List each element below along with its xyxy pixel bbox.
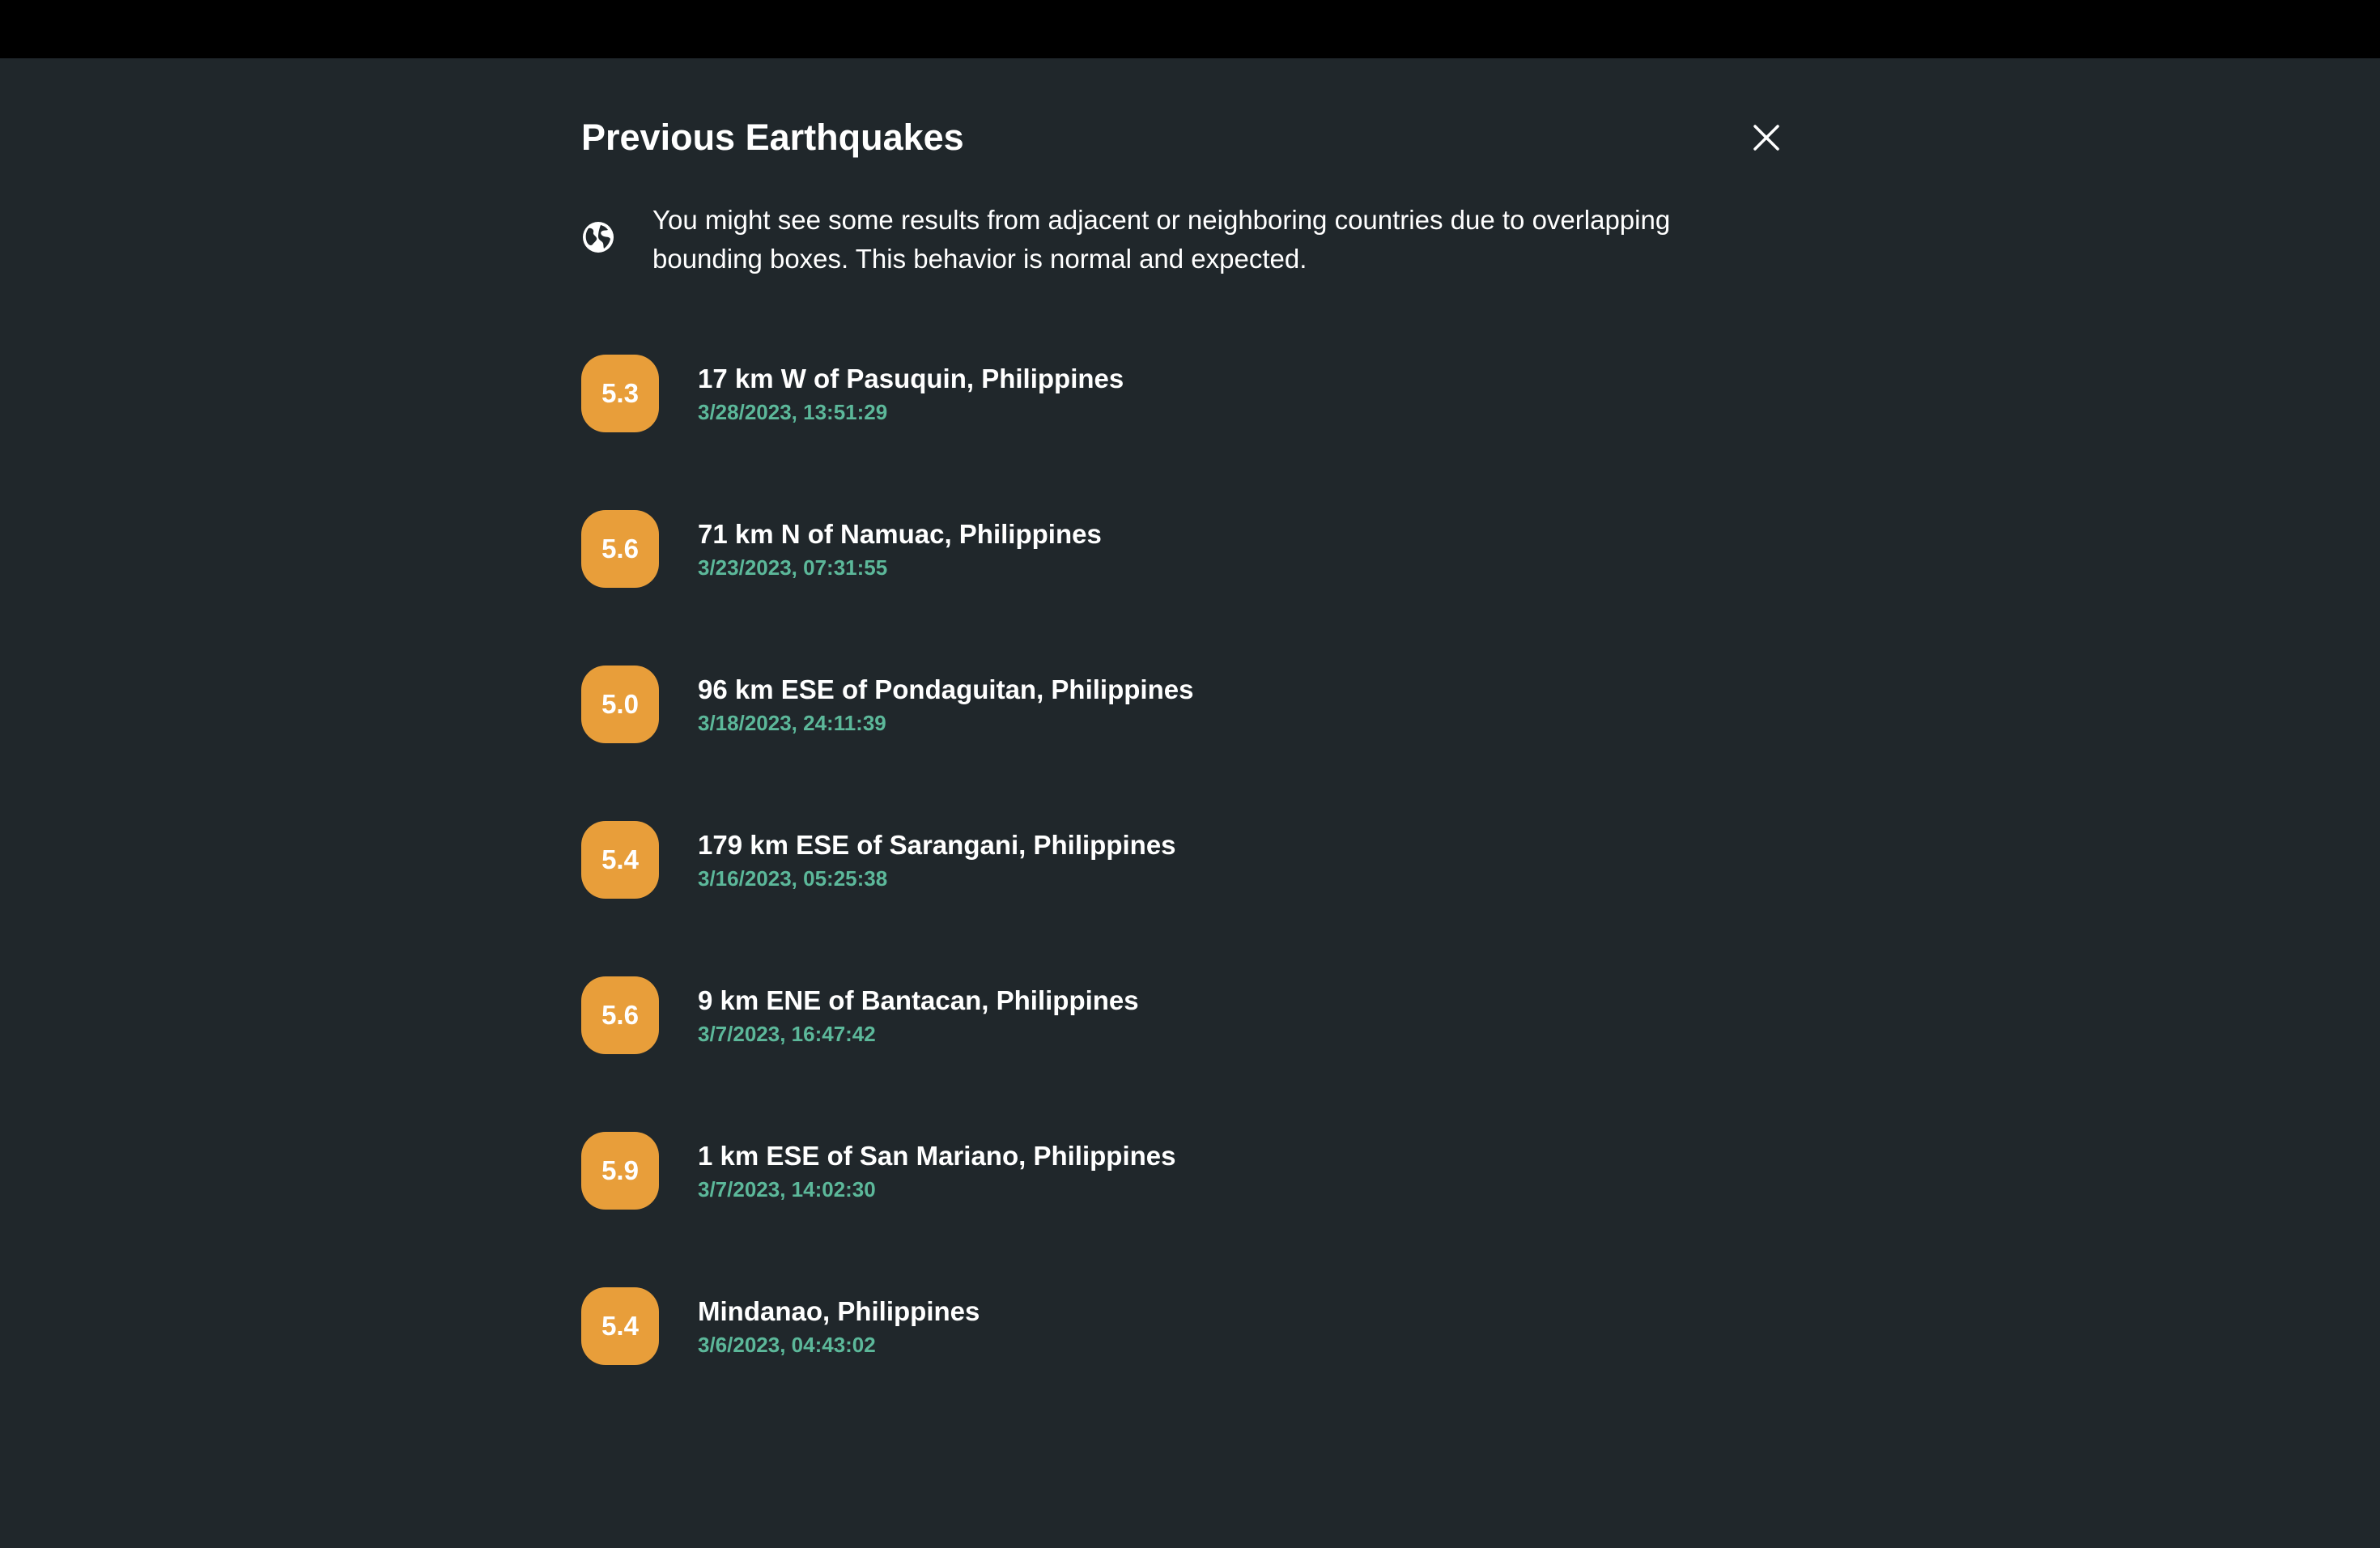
earthquake-timestamp: 3/18/2023, 24:11:39 xyxy=(698,711,886,735)
earthquake-timestamp: 3/23/2023, 07:31:55 xyxy=(698,555,888,580)
list-item[interactable]: 5.3 17 km W of Pasuquin, Philippines 3/2… xyxy=(581,355,1779,432)
earthquake-location: 179 km ESE of Sarangani, Philippines xyxy=(698,830,1176,860)
globe-icon xyxy=(581,220,615,254)
magnitude-badge: 5.4 xyxy=(581,821,659,899)
top-bar xyxy=(0,0,2380,58)
earthquake-timestamp: 3/6/2023, 04:43:02 xyxy=(698,1333,876,1357)
list-item[interactable]: 5.9 1 km ESE of San Mariano, Philippines… xyxy=(581,1132,1779,1210)
earthquake-timestamp: 3/16/2023, 05:25:38 xyxy=(698,866,888,891)
list-item[interactable]: 5.6 9 km ENE of Bantacan, Philippines 3/… xyxy=(581,976,1779,1054)
list-item[interactable]: 5.4 179 km ESE of Sarangani, Philippines… xyxy=(581,821,1779,899)
earthquake-timestamp: 3/7/2023, 16:47:42 xyxy=(698,1022,876,1046)
magnitude-badge: 5.4 xyxy=(581,1287,659,1365)
close-button[interactable] xyxy=(1742,113,1791,162)
notice-text: You might see some results from adjacent… xyxy=(652,205,1671,274)
earthquake-timestamp: 3/7/2023, 14:02:30 xyxy=(698,1177,876,1201)
magnitude-badge: 5.3 xyxy=(581,355,659,432)
earthquake-location: 1 km ESE of San Mariano, Philippines xyxy=(698,1141,1176,1171)
dialog-title: Previous Earthquakes xyxy=(581,117,964,158)
magnitude-badge: 5.6 xyxy=(581,976,659,1054)
earthquake-location: 17 km W of Pasuquin, Philippines xyxy=(698,364,1124,393)
earthquake-location: 71 km N of Namuac, Philippines xyxy=(698,519,1102,549)
earthquake-timestamp: 3/28/2023, 13:51:29 xyxy=(698,400,888,424)
magnitude-badge: 5.9 xyxy=(581,1132,659,1210)
earthquake-location: Mindanao, Philippines xyxy=(698,1296,980,1326)
earthquake-location: 9 km ENE of Bantacan, Philippines xyxy=(698,985,1139,1015)
magnitude-badge: 5.6 xyxy=(581,510,659,588)
earthquake-location: 96 km ESE of Pondaguitan, Philippines xyxy=(698,674,1194,704)
earthquake-list: 5.3 17 km W of Pasuquin, Philippines 3/2… xyxy=(581,355,1779,1443)
list-item[interactable]: 5.6 71 km N of Namuac, Philippines 3/23/… xyxy=(581,510,1779,588)
earthquakes-dialog: Previous Earthquakes You might see some … xyxy=(0,58,2380,1548)
list-item[interactable]: 5.0 96 km ESE of Pondaguitan, Philippine… xyxy=(581,666,1779,743)
magnitude-badge: 5.0 xyxy=(581,666,659,743)
close-icon xyxy=(1753,125,1779,151)
list-item[interactable]: 5.4 Mindanao, Philippines 3/6/2023, 04:4… xyxy=(581,1287,1779,1365)
